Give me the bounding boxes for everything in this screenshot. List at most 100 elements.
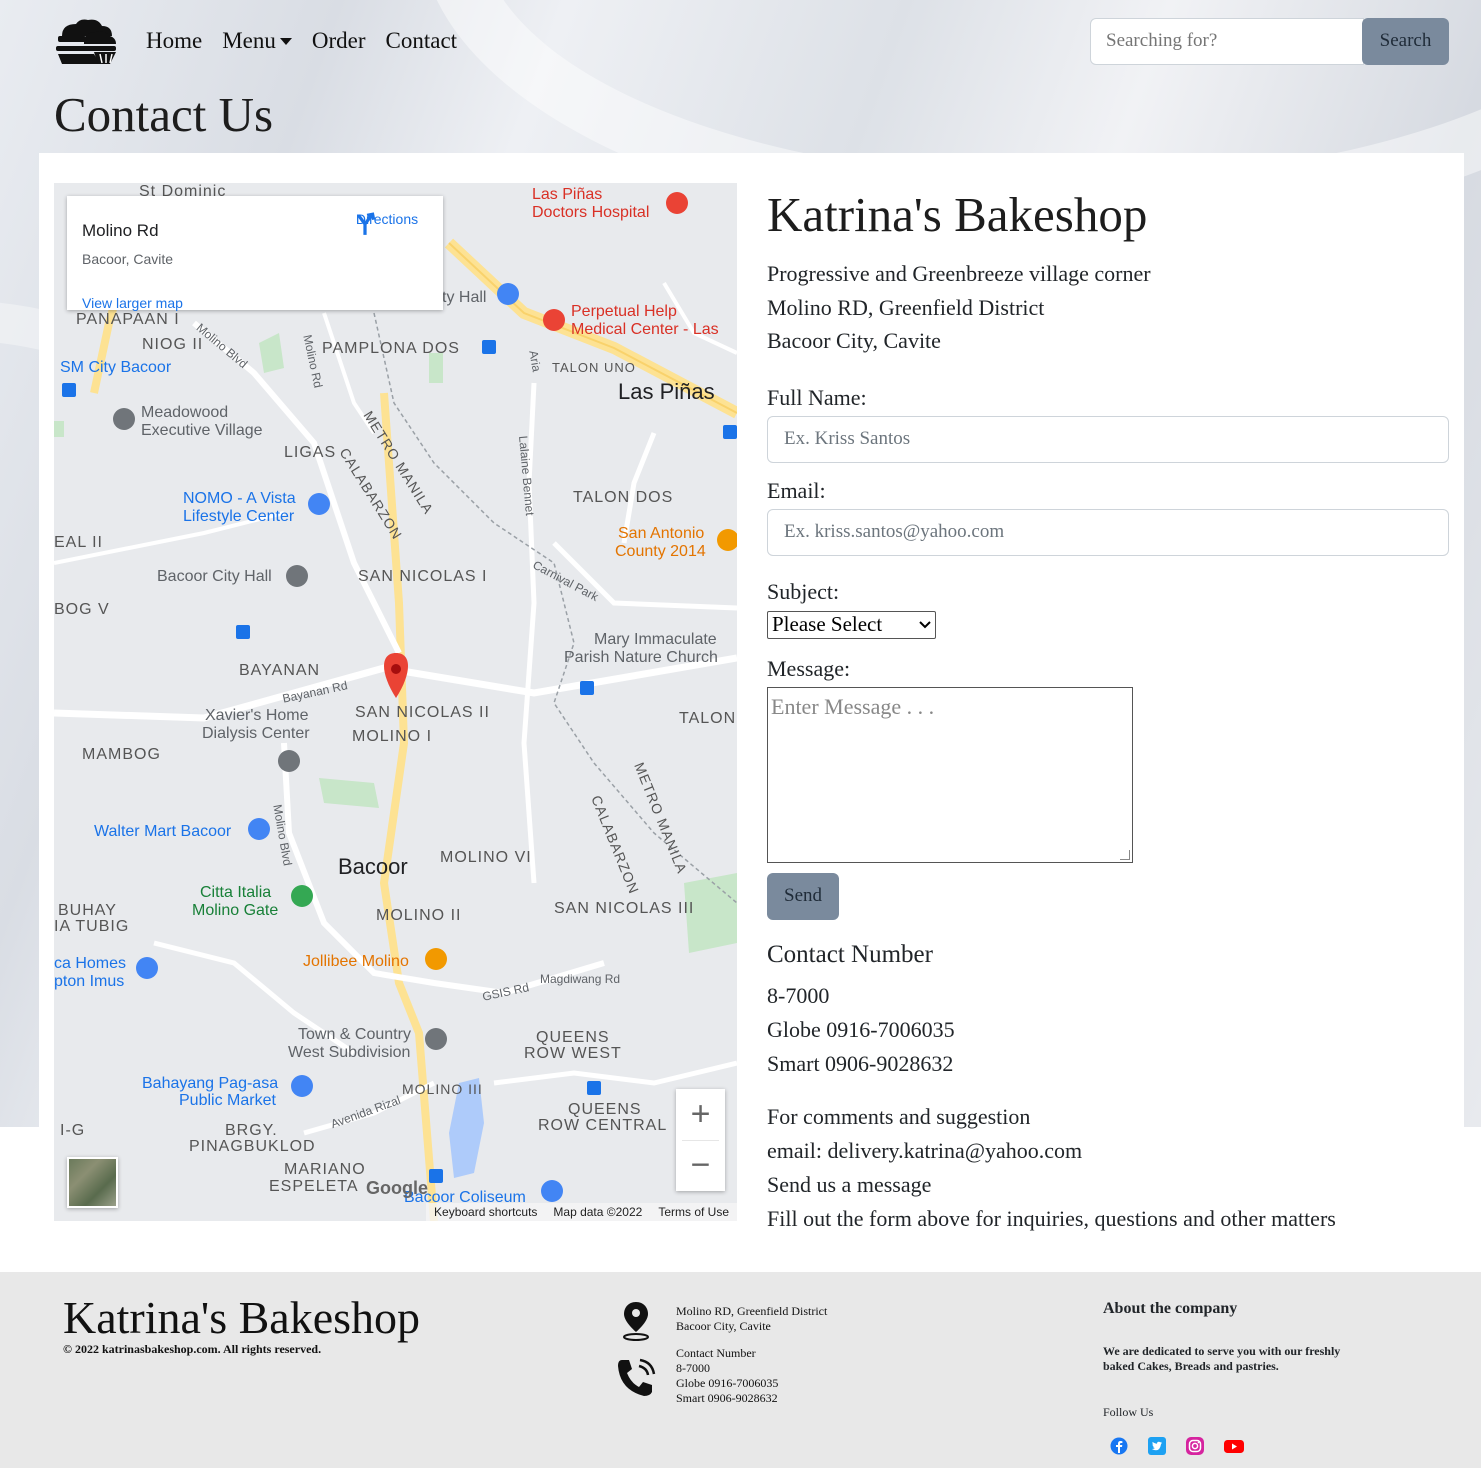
follow-us-label: Follow Us xyxy=(1103,1405,1154,1419)
send-message-text: Send us a message xyxy=(767,1171,932,1197)
map-label: Medical Center - Las xyxy=(571,321,719,338)
footer-address-line: Bacoor City, Cavite xyxy=(676,1319,771,1333)
full-name-input[interactable]: Ex. Kriss Santos xyxy=(767,415,1449,463)
map-label: ROW CENTRAL xyxy=(538,1117,668,1134)
facebook-icon[interactable] xyxy=(1110,1437,1128,1455)
bakeshop-logo-icon[interactable] xyxy=(54,16,118,66)
email-input[interactable]: Ex. kriss.santos@yahoo.com xyxy=(767,508,1449,556)
map-place-subtitle: Bacoor, Cavite xyxy=(82,251,174,267)
map-label: Molino Gate xyxy=(192,902,279,919)
map-label: San Antonio xyxy=(618,525,705,542)
twitter-icon[interactable] xyxy=(1148,1437,1166,1455)
about-heading: About the company xyxy=(1103,1300,1238,1317)
footer-title: Katrina's Bakeshop xyxy=(63,1292,421,1343)
search-button[interactable]: Search xyxy=(1362,17,1449,65)
map-label: MAMBOG xyxy=(82,746,161,763)
map-label: TALON xyxy=(679,710,737,727)
comments-text: For comments and suggestion xyxy=(767,1103,1031,1129)
contact-details: Katrina's Bakeshop Progressive and Green… xyxy=(767,183,1449,1236)
map-label: Executive Village xyxy=(141,422,263,439)
map-label: Magdiwang Rd xyxy=(540,972,621,986)
map-label: Xavier's Home xyxy=(205,707,309,724)
message-textarea[interactable]: Enter Message . . . xyxy=(767,686,1133,863)
full-name-label: Full Name: xyxy=(767,384,867,410)
map-label: PINAGBUKLOD xyxy=(189,1138,316,1155)
footer-contact-heading: Contact Number xyxy=(676,1346,756,1360)
copyright-text: 2022 katrinasbakeshop.com. All rights re… xyxy=(74,1342,322,1356)
address-line: Bacoor City, Cavite xyxy=(767,328,941,353)
map-place-title: Molino Rd xyxy=(82,221,159,240)
map-label: SM City Bacoor xyxy=(60,359,172,376)
youtube-icon[interactable] xyxy=(1224,1437,1244,1455)
search-input[interactable] xyxy=(1090,17,1364,65)
about-text: We are dedicated to serve you with our f… xyxy=(1103,1344,1341,1373)
footer-address-line: Molino RD, Greenfield District xyxy=(676,1304,828,1318)
resize-handle-icon[interactable] xyxy=(1120,849,1130,860)
google-map[interactable]: St Dominic Las Piñas Doctors Hospital ty… xyxy=(54,183,737,1221)
map-label: NOMO - A Vista xyxy=(183,490,296,507)
zoom-controls: + − xyxy=(676,1089,725,1191)
copyright: © 2022 katrinasbakeshop.com. All rights … xyxy=(63,1342,321,1357)
map-label: I-G xyxy=(60,1122,86,1139)
nav-order[interactable]: Order xyxy=(312,28,366,54)
phone-number: 8-7000 xyxy=(767,982,830,1008)
map-label: ROW WEST xyxy=(524,1045,622,1062)
map-label: Town & Country xyxy=(298,1026,411,1043)
caret-down-icon xyxy=(279,37,292,45)
map-label: MOLINO II xyxy=(376,907,462,924)
map-label: County 2014 xyxy=(615,543,706,560)
nav-contact[interactable]: Contact xyxy=(386,28,458,54)
map-label: Bacoor xyxy=(338,854,408,879)
map-label: Aria xyxy=(526,349,544,373)
map-label: ESPELETA xyxy=(269,1178,359,1195)
map-label: EAL II xyxy=(54,534,103,551)
zoom-in-button[interactable]: + xyxy=(676,1089,725,1140)
map-label: Doctors Hospital xyxy=(532,204,650,221)
send-button[interactable]: Send xyxy=(767,872,839,920)
map-label: Mary Immaculate xyxy=(594,631,717,648)
view-larger-map-link[interactable]: View larger map xyxy=(82,295,183,311)
map-label: MOLINO III xyxy=(402,1081,483,1097)
map-label: TALON UNO xyxy=(552,360,636,375)
map-label: NIOG II xyxy=(142,336,204,353)
shop-title: Katrina's Bakeshop xyxy=(767,187,1148,242)
map-label: Perpetual Help xyxy=(571,303,677,320)
zoom-out-button[interactable]: − xyxy=(676,1140,725,1191)
message-label: Message: xyxy=(767,655,851,681)
message-placeholder: Enter Message . . . xyxy=(771,693,935,719)
shop-address: Progressive and Greenbreeze village corn… xyxy=(767,257,1449,358)
map-label: West Subdivision xyxy=(288,1044,411,1061)
map-label: Parish Nature Church xyxy=(564,649,718,666)
comments-section: For comments and suggestion email: deliv… xyxy=(767,1100,1449,1236)
map-label: Walter Mart Bacoor xyxy=(94,823,232,840)
keyboard-shortcuts-link[interactable]: Keyboard shortcuts xyxy=(434,1205,537,1219)
map-label: MOLINO I xyxy=(352,728,433,745)
map-label: Las Piñas xyxy=(618,379,715,404)
map-label: BAYANAN xyxy=(239,662,321,679)
instagram-icon[interactable] xyxy=(1186,1437,1204,1455)
satellite-toggle[interactable] xyxy=(67,1157,118,1208)
nav-menu-label: Menu xyxy=(222,28,276,53)
map-data-text: Map data ©2022 xyxy=(553,1205,643,1219)
page-title: Contact Us xyxy=(54,87,274,142)
map-label: Meadowood xyxy=(141,404,229,421)
terms-link[interactable]: Terms of Use xyxy=(658,1205,729,1219)
phone-icon xyxy=(618,1358,656,1396)
fill-out-text: Fill out the form above for inquiries, q… xyxy=(767,1205,1336,1231)
nav-home[interactable]: Home xyxy=(146,28,202,54)
map-label: SAN NICOLAS III xyxy=(554,900,695,917)
footer: Katrina's Bakeshop © 2022 katrinasbakesh… xyxy=(0,1272,1481,1468)
location-pin-icon xyxy=(623,1302,649,1341)
navbar: Home Menu Order Contact Search xyxy=(54,15,1449,67)
nav-menu-dropdown[interactable]: Menu xyxy=(222,28,292,54)
map-label: Jollibee Molino xyxy=(303,953,409,970)
footer-address: Molino RD, Greenfield District Bacoor Ci… xyxy=(676,1304,827,1334)
subject-selected: Please Select xyxy=(772,612,883,636)
map-label: TALON DOS xyxy=(573,489,674,506)
map-label: SAN NICOLAS I xyxy=(358,568,488,585)
map-info-box: Molino Rd Bacoor, Cavite View larger map… xyxy=(67,196,443,311)
directions-button[interactable]: Directions xyxy=(352,211,422,235)
directions-icon xyxy=(357,212,376,235)
footer-phone: Smart 0906-9028632 xyxy=(676,1391,778,1405)
subject-select[interactable]: Please Select xyxy=(767,610,936,639)
